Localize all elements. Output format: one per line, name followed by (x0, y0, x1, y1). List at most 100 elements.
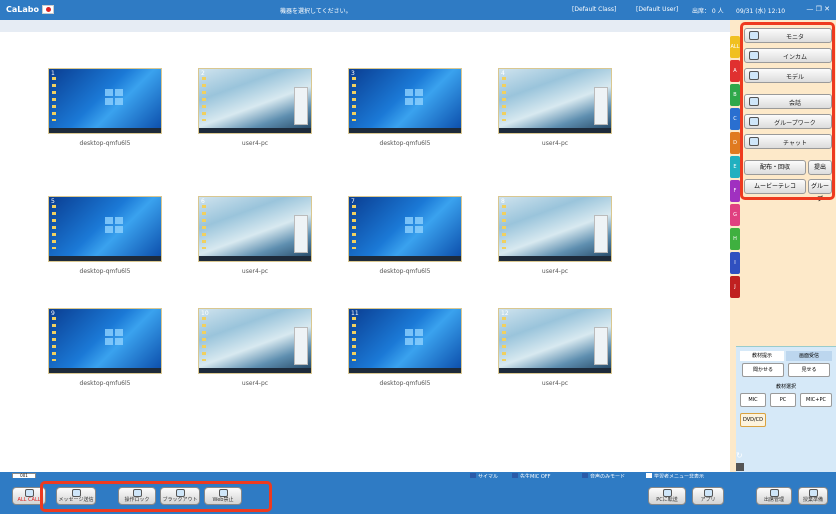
group-tab[interactable]: I (730, 252, 740, 274)
taskbar (199, 128, 311, 133)
micpc-label: MIC+PC (806, 397, 826, 403)
group-tab-label: E (733, 164, 737, 170)
side-window (594, 215, 608, 253)
group-tab-label: C (733, 116, 737, 122)
taskbar (49, 368, 161, 373)
group-tab[interactable]: G (730, 204, 740, 226)
student-tile[interactable]: 11 desktop-qmfu6l5 (340, 290, 470, 400)
group-tab[interactable]: H (730, 228, 740, 250)
app-brand: CaLabo (6, 5, 39, 14)
br-icon (808, 489, 818, 497)
taskbar (349, 256, 461, 261)
student-tile[interactable]: 12 user4-pc (490, 290, 620, 400)
windows-logo-icon (105, 89, 123, 105)
student-tile[interactable]: 7 desktop-qmfu6l5 (340, 178, 470, 288)
screen-thumbnail[interactable]: 4 (498, 68, 612, 134)
group-tab[interactable]: A (730, 60, 740, 82)
seat-number: 8 (501, 198, 505, 205)
desktop-icons (52, 205, 56, 249)
screen-thumbnail[interactable]: 10 (198, 308, 312, 374)
group-tab[interactable]: E (730, 156, 740, 178)
screen-thumbnail[interactable]: 12 (498, 308, 612, 374)
br-button-2[interactable]: 出席管理 (756, 487, 792, 505)
bl-icon (24, 489, 34, 497)
student-tile[interactable]: 3 desktop-qmfu6l5 (340, 50, 470, 160)
class-name: [Default Class] (572, 6, 617, 13)
br-button-0[interactable]: PCに転送 (648, 487, 686, 505)
pc-name: desktop-qmfu6l5 (379, 268, 431, 275)
windows-logo-icon (405, 89, 423, 105)
group-tab-label: I (734, 260, 736, 266)
group-tab[interactable]: ALL (730, 36, 740, 58)
group-tab-label: B (733, 92, 737, 98)
desktop-icons (502, 205, 506, 249)
taskbar (49, 128, 161, 133)
pc-label: PC (779, 397, 787, 403)
micpc-button[interactable]: MIC+PC (800, 393, 832, 407)
tab-material[interactable]: 教材提示 (740, 351, 784, 361)
seat-number: 7 (351, 198, 355, 205)
student-tile[interactable]: 10 user4-pc (190, 290, 320, 400)
windows-logo-icon (105, 217, 123, 233)
taskbar (499, 368, 611, 373)
screen-thumbnail[interactable]: 7 (348, 196, 462, 262)
taskbar (49, 256, 161, 261)
student-tile[interactable]: 1 desktop-qmfu6l5 (40, 50, 170, 160)
group-tab-label: ALL (730, 44, 740, 50)
date-time: 09/31 (水) 12:10 (736, 8, 786, 15)
group-tab[interactable]: F (730, 180, 740, 202)
listen-button[interactable]: 聞かせる (742, 363, 784, 377)
pc-name: user4-pc (541, 380, 569, 387)
pc-button[interactable]: PC (770, 393, 796, 407)
window-controls[interactable]: — ❐ ✕ (806, 5, 830, 13)
show-button[interactable]: 見せる (788, 363, 830, 377)
dvd-button[interactable]: DVD/CD (740, 413, 766, 427)
br-icon (769, 489, 779, 497)
expand-icon[interactable] (736, 463, 744, 471)
tab-screen[interactable]: 画面受信 (786, 351, 832, 361)
pc-name: desktop-qmfu6l5 (79, 268, 131, 275)
refresh-icon[interactable]: ↻ (736, 451, 743, 460)
group-tab-label: G (733, 212, 737, 218)
student-tile[interactable]: 2 user4-pc (190, 50, 320, 160)
screen-thumbnail[interactable]: 9 (48, 308, 162, 374)
br-icon (703, 489, 713, 497)
group-tab[interactable]: C (730, 108, 740, 130)
show-label: 見せる (801, 367, 817, 373)
screen-thumbnail[interactable]: 1 (48, 68, 162, 134)
screen-thumbnail[interactable]: 5 (48, 196, 162, 262)
student-grid: 1 desktop-qmfu6l5 2 user4-pc 3 desktop-qmfu6l… (0, 32, 730, 472)
screen-thumbnail[interactable]: 3 (348, 68, 462, 134)
student-tile[interactable]: 9 desktop-qmfu6l5 (40, 290, 170, 400)
student-tile[interactable]: 5 desktop-qmfu6l5 (40, 178, 170, 288)
desktop-icons (502, 77, 506, 121)
group-tab[interactable]: J (730, 276, 740, 298)
desktop-icons (352, 77, 356, 121)
group-tab[interactable]: B (730, 84, 740, 106)
mic-button[interactable]: MIC (740, 393, 766, 407)
student-tile[interactable]: 8 user4-pc (490, 178, 620, 288)
desktop-icons (352, 317, 356, 361)
tab-material-label: 教材提示 (751, 353, 772, 359)
br-icon (662, 489, 672, 497)
br-button-1[interactable]: アプリ (692, 487, 724, 505)
material-select-label: 教材選択 (775, 384, 796, 390)
flag-icon (42, 5, 54, 14)
br-button-3[interactable]: 授業準備 (798, 487, 828, 505)
taskbar (349, 368, 461, 373)
material-panel: 教材提示 画面受信 聞かせる 見せる 教材選択 MIC PC MIC+PC DV… (736, 346, 836, 472)
group-tab[interactable]: D (730, 132, 740, 154)
windows-logo-icon (105, 329, 123, 345)
student-tile[interactable]: 4 user4-pc (490, 50, 620, 160)
taskbar (199, 256, 311, 261)
screen-thumbnail[interactable]: 8 (498, 196, 612, 262)
screen-thumbnail[interactable]: 11 (348, 308, 462, 374)
pc-name: user4-pc (541, 140, 569, 147)
side-window (294, 215, 308, 253)
screen-thumbnail[interactable]: 6 (198, 196, 312, 262)
student-tile[interactable]: 6 user4-pc (190, 178, 320, 288)
desktop-icons (52, 317, 56, 361)
screen-thumbnail[interactable]: 2 (198, 68, 312, 134)
tab-screen-label: 画面受信 (798, 353, 819, 359)
side-window (294, 327, 308, 365)
